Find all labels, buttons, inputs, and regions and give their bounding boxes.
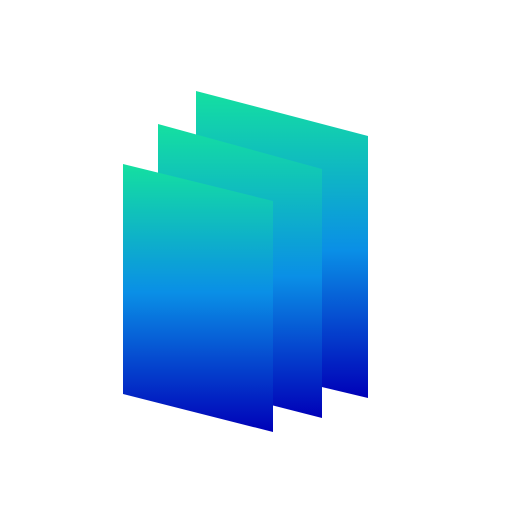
icon-canvas: [0, 0, 523, 523]
front-layer-sheet: [123, 164, 273, 432]
stacked-layers-icon: [123, 91, 368, 432]
